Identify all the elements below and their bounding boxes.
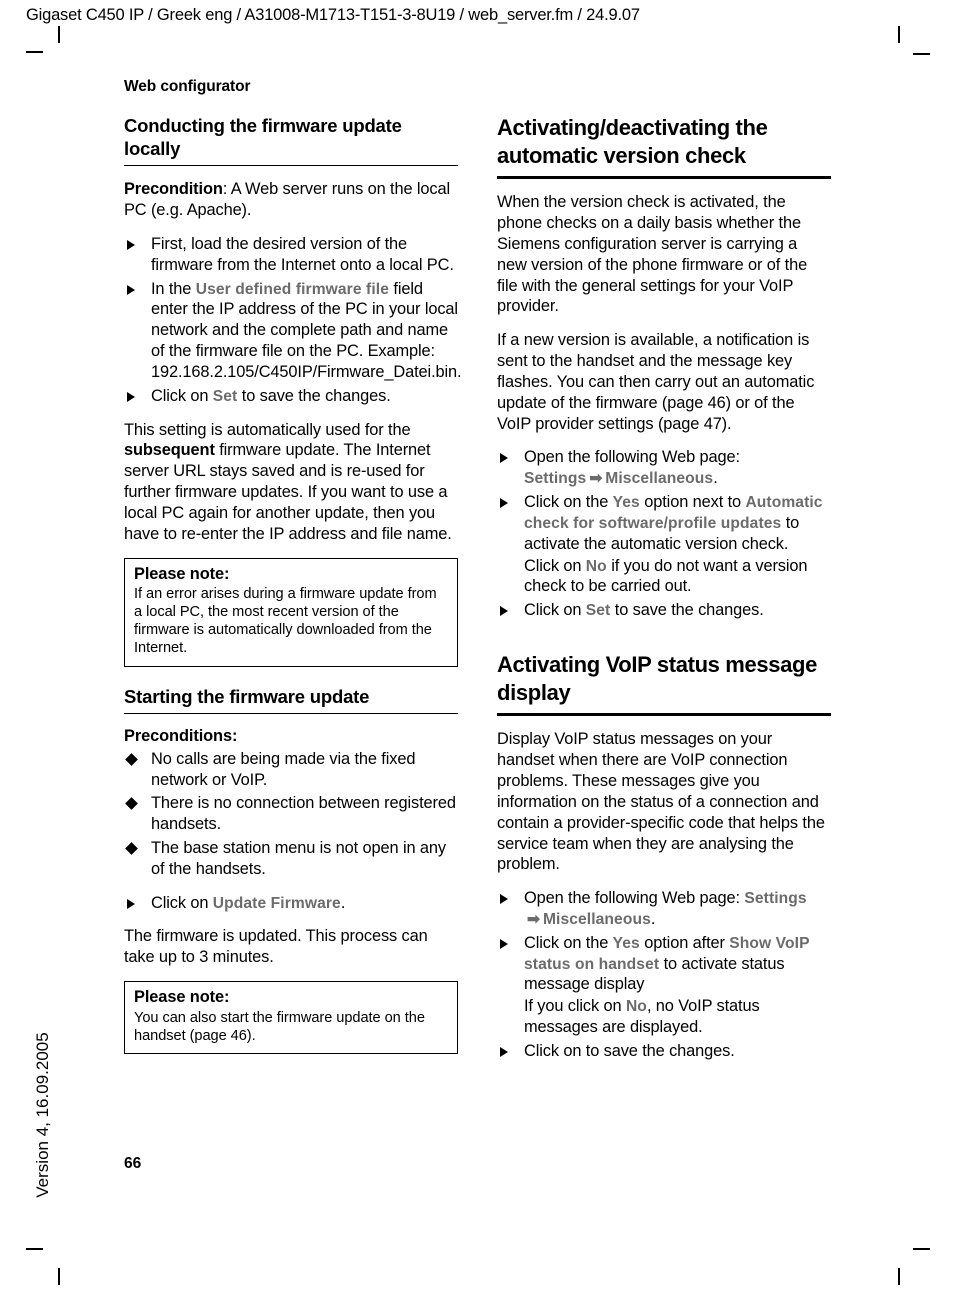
list-item: The base station menu is not open in any…: [124, 838, 458, 880]
page-number: 66: [124, 1155, 142, 1172]
ui-term-settings: Settings: [744, 890, 807, 908]
list-item: First, load the desired version of the f…: [124, 234, 458, 276]
step-text-post: to save the changes.: [610, 601, 764, 620]
note-title: Please note:: [134, 988, 230, 1007]
arrow-right-icon: ➡: [589, 470, 603, 488]
paragraph-version-check-intro: When the version check is activated, the…: [497, 193, 808, 316]
crop-mark-bottom-left-vertical: [58, 1268, 60, 1285]
paragraph-voip-status-intro: Display VoIP status messages on your han…: [497, 730, 825, 874]
ui-term-no: No: [585, 557, 607, 575]
list-item: In the User defined firmware file field …: [124, 279, 462, 383]
step-list-local-update: First, load the desired version of the f…: [124, 234, 462, 407]
step-text-pre: Click on the: [524, 933, 613, 952]
heading-activating-voip-status-message-display: Activating VoIP status message display: [497, 651, 831, 717]
step-list-update-firmware: Click on Update Firmware.: [124, 893, 458, 914]
ui-term-no: No: [625, 998, 647, 1016]
left-column: Conducting the firmware update locally P…: [124, 114, 462, 1072]
heading-conducting-firmware-update-locally: Conducting the firmware update locally: [124, 114, 458, 167]
step-no-pre: If you click on: [524, 997, 626, 1016]
list-item: Click on Set to save the changes.: [124, 386, 458, 407]
crop-mark-bottom-right-vertical: [898, 1268, 900, 1285]
note-title: Please note:: [134, 564, 230, 583]
ui-term-update-firmware: Update Firmware: [212, 894, 341, 912]
note-box-handset-update: Please note: You can also start the firm…: [124, 981, 458, 1055]
step-text-pre: Click on: [524, 1041, 586, 1060]
ui-term-yes: Yes: [612, 934, 640, 952]
ui-term-miscellaneous: Miscellaneous: [542, 910, 651, 928]
heading-activating-deactivating-version-check: Activating/deactivating the automatic ve…: [497, 114, 831, 180]
step-text-post: .: [340, 893, 346, 912]
ui-term-miscellaneous: Miscellaneous: [605, 470, 714, 488]
paragraph-precondition: Precondition: A Web server runs on the l…: [124, 179, 458, 221]
list-item: Click on the Yes option after Show VoIP …: [497, 933, 831, 1038]
precondition-text: No calls are being made via the fixed ne…: [151, 749, 416, 789]
list-item: Open the following Web page: Settings ➡ Mi…: [497, 888, 831, 930]
step-text-pre: In the: [151, 279, 196, 298]
ui-term-user-defined-firmware-file: User defined firmware file: [195, 280, 389, 298]
crop-mark-bottom-right-horizontal: [913, 1248, 930, 1250]
precondition-lead: Precondition: [124, 180, 223, 199]
list-item: Click on Set to save the changes.: [497, 600, 831, 621]
right-column: Activating/deactivating the automatic ve…: [497, 114, 831, 1075]
paragraph-subsequent-update: This setting is automatically used for t…: [124, 420, 458, 545]
bullet-list-preconditions: No calls are being made via the fixed ne…: [124, 749, 458, 880]
arrow-right-icon: ➡: [527, 910, 540, 928]
paragraph-new-version-notification: If a new version is available, a notific…: [497, 331, 815, 433]
list-item: Click on the Yes option next to Automati…: [497, 492, 831, 597]
crop-mark-top-left-horizontal: [26, 51, 43, 53]
list-item: Open the following Web page: Settings ➡ Mi…: [497, 447, 831, 489]
list-item: Click on Update Firmware.: [124, 893, 458, 914]
list-item: Click on to save the changes.: [497, 1041, 831, 1062]
ui-term-set: Set: [585, 602, 611, 620]
step-sub-paragraph: If you click on No, no VoIP status messa…: [524, 996, 831, 1038]
step-text-pre: Click on: [151, 386, 213, 405]
step-list-version-check: Open the following Web page: Settings ➡ Mi…: [497, 447, 831, 621]
step-text-mid: option next to: [639, 493, 746, 512]
preconditions-title: Preconditions:: [124, 726, 238, 745]
step-text-post: to save the changes.: [585, 1041, 735, 1060]
step-list-voip-status: Open the following Web page: Settings ➡ Mi…: [497, 888, 831, 1062]
step-text-pre: Open the following Web page:: [524, 448, 740, 467]
step-text-pre: Click on: [524, 601, 586, 620]
paragraph-firmware-updated: The firmware is updated. This process ca…: [124, 927, 428, 967]
step-text-pre: Click on: [151, 893, 213, 912]
step-text-pre: Open the following Web page:: [524, 889, 745, 908]
precondition-text: The base station menu is not open in any…: [151, 839, 446, 878]
precondition-text: There is no connection between registere…: [151, 794, 456, 834]
list-item: There is no connection between registere…: [124, 793, 458, 835]
step-period: .: [650, 909, 656, 928]
version-footer-text: Version 4, 16.09.2005: [33, 1032, 52, 1198]
running-header: Gigaset C450 IP / Greek eng / A31008-M17…: [26, 6, 640, 24]
step-text-mid: option after: [639, 933, 730, 952]
step-text: First, load the desired version of the f…: [151, 234, 454, 274]
ui-term-settings: Settings: [524, 470, 587, 488]
crop-mark-top-left-vertical: [58, 26, 60, 43]
note-box-firmware-error: Please note: If an error arises during a…: [124, 557, 458, 667]
step-sub-paragraph: Click on No if you do not want a version…: [524, 556, 831, 598]
note-text: You can also start the firmware update o…: [134, 1009, 425, 1044]
para-bold-subsequent: subsequent: [124, 441, 215, 460]
note-text: If an error arises during a firmware upd…: [134, 586, 437, 657]
ui-term-set: Set: [212, 387, 238, 405]
ui-term-yes: Yes: [612, 494, 640, 512]
crop-mark-top-right-vertical: [898, 26, 900, 43]
step-period: .: [713, 469, 718, 488]
crop-mark-top-right-horizontal: [913, 53, 930, 55]
step-text-post: to save the changes.: [237, 386, 391, 405]
step-no-pre: Click on: [524, 556, 586, 575]
step-text-pre: Click on the: [524, 493, 613, 512]
crop-mark-bottom-left-horizontal: [26, 1248, 43, 1250]
heading-starting-firmware-update: Starting the firmware update: [124, 685, 458, 714]
para-pre: This setting is automatically used for t…: [124, 420, 411, 439]
section-label: Web configurator: [124, 78, 251, 95]
list-item: No calls are being made via the fixed ne…: [124, 749, 458, 791]
